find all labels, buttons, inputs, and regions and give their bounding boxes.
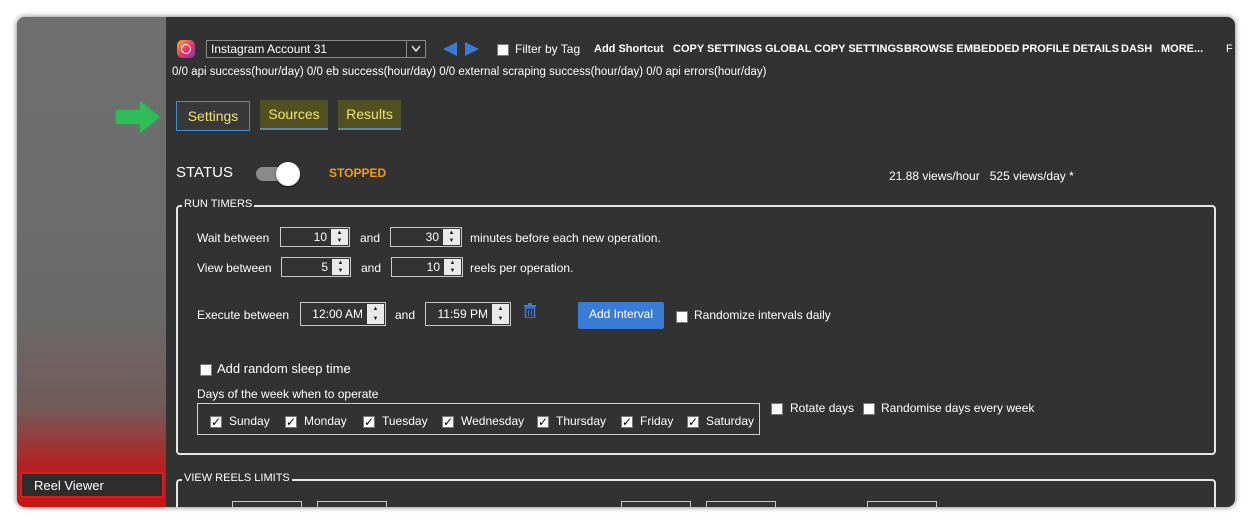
- main-panel: Instagram Account 31 Filter by Tag Add S…: [116, 17, 1235, 507]
- add-interval-button[interactable]: Add Interval: [578, 302, 664, 329]
- stepper-up-icon[interactable]: ▲: [331, 229, 348, 237]
- filter-by-tag-checkbox[interactable]: [497, 44, 509, 56]
- randomise-days-checkbox[interactable]: [863, 403, 875, 415]
- randomise-days-label: Randomise days every week: [881, 401, 1035, 415]
- status-toggle[interactable]: [256, 162, 300, 186]
- view-between-label: View between: [197, 261, 272, 275]
- global-copy-settings-link[interactable]: GLOBAL COPY SETTINGS: [765, 43, 903, 55]
- day-wednesday-checkbox[interactable]: ✓: [442, 416, 454, 428]
- stepper-down-icon[interactable]: ▼: [492, 314, 509, 324]
- tab-sources-label: Sources: [268, 106, 320, 122]
- wait-min-value: 10: [313, 230, 327, 244]
- limits-stepper[interactable]: [232, 501, 302, 507]
- view-suffix-label: reels per operation.: [470, 261, 574, 275]
- limits-stepper[interactable]: [706, 501, 776, 507]
- day-monday-checkbox[interactable]: ✓: [285, 416, 297, 428]
- views-rate: 21.88 views/hour 525 views/day *: [889, 169, 1074, 183]
- app-window: Reel Viewer Instagram Account 31 Filter …: [17, 17, 1235, 507]
- stepper-up-icon[interactable]: ▲: [367, 304, 384, 314]
- execute-end-time[interactable]: 11:59 PM ▲ ▼: [425, 302, 511, 326]
- account-dropdown[interactable]: Instagram Account 31: [206, 40, 426, 58]
- execute-start-value: 12:00 AM: [312, 307, 363, 321]
- day-sunday-label: Sunday: [229, 414, 270, 428]
- prev-account-arrow-icon[interactable]: [442, 42, 458, 61]
- wait-min-stepper[interactable]: 10 ▲ ▼: [280, 227, 350, 247]
- instagram-icon: [177, 40, 195, 58]
- chevron-down-icon[interactable]: [406, 41, 425, 57]
- stepper-up-icon[interactable]: ▲: [492, 304, 509, 314]
- green-arrow-icon: [114, 99, 162, 140]
- tab-results[interactable]: Results: [338, 100, 401, 130]
- filter-by-tag-label: Filter by Tag: [515, 42, 581, 56]
- sidebar-current-item[interactable]: Reel Viewer: [20, 472, 164, 498]
- api-stats-line: 0/0 api success(hour/day) 0/0 eb success…: [172, 66, 767, 78]
- execute-start-time[interactable]: 12:00 AM ▲ ▼: [300, 302, 386, 326]
- limits-stepper[interactable]: [867, 501, 937, 507]
- profile-details-link[interactable]: PROFILE DETAILS: [1022, 43, 1119, 55]
- wait-max-value: 30: [425, 230, 439, 244]
- stepper-up-icon[interactable]: ▲: [443, 229, 460, 237]
- wait-between-label: Wait between: [197, 231, 270, 245]
- day-friday-checkbox[interactable]: ✓: [621, 416, 633, 428]
- rotate-days-label: Rotate days: [790, 401, 855, 415]
- rotate-days-checkbox[interactable]: [771, 403, 783, 415]
- stepper-down-icon[interactable]: ▼: [444, 267, 461, 275]
- days-title: Days of the week when to operate: [197, 387, 379, 401]
- random-sleep-label: Add random sleep time: [217, 361, 351, 376]
- day-monday-label: Monday: [304, 414, 347, 428]
- account-dropdown-value: Instagram Account 31: [211, 42, 328, 56]
- execute-end-value: 11:59 PM: [437, 307, 488, 321]
- tab-settings-label: Settings: [187, 108, 239, 124]
- wait-and-label: and: [360, 231, 381, 245]
- next-account-arrow-icon[interactable]: [464, 42, 480, 61]
- wait-max-stepper[interactable]: 30 ▲ ▼: [390, 227, 462, 247]
- status-toggle-knob: [276, 162, 300, 186]
- day-tuesday-label: Tuesday: [382, 414, 428, 428]
- view-max-value: 10: [426, 260, 440, 274]
- day-thursday-checkbox[interactable]: ✓: [537, 416, 549, 428]
- day-wednesday-label: Wednesday: [461, 414, 525, 428]
- trash-icon[interactable]: [524, 303, 536, 323]
- more-link[interactable]: MORE...: [1161, 43, 1203, 55]
- view-reels-limits-title: VIEW REELS LIMITS: [182, 472, 292, 484]
- execute-between-label: Execute between: [197, 308, 290, 322]
- stepper-down-icon[interactable]: ▼: [331, 237, 348, 245]
- limits-stepper[interactable]: [317, 501, 387, 507]
- run-timers-title: RUN TIMERS: [182, 198, 255, 210]
- stepper-down-icon[interactable]: ▼: [443, 237, 460, 245]
- day-saturday-label: Saturday: [706, 414, 755, 428]
- randomize-intervals-checkbox[interactable]: [676, 311, 688, 323]
- sidebar: Reel Viewer: [17, 17, 166, 507]
- day-thursday-label: Thursday: [556, 414, 607, 428]
- random-sleep-checkbox[interactable]: [200, 364, 212, 376]
- stepper-down-icon[interactable]: ▼: [367, 314, 384, 324]
- stepper-up-icon[interactable]: ▲: [332, 259, 349, 267]
- tab-settings[interactable]: Settings: [176, 101, 250, 131]
- randomize-intervals-label: Randomize intervals daily: [694, 308, 831, 322]
- day-saturday-checkbox[interactable]: ✓: [687, 416, 699, 428]
- tab-results-label: Results: [346, 106, 393, 122]
- day-tuesday-checkbox[interactable]: ✓: [363, 416, 375, 428]
- wait-suffix-label: minutes before each new operation.: [470, 231, 661, 245]
- stepper-up-icon[interactable]: ▲: [444, 259, 461, 267]
- view-and-label: and: [361, 261, 382, 275]
- day-friday-label: Friday: [640, 414, 674, 428]
- status-label: STATUS: [176, 164, 233, 181]
- add-shortcut-link[interactable]: Add Shortcut: [594, 43, 664, 55]
- copy-settings-link[interactable]: COPY SETTINGS: [673, 43, 762, 55]
- execute-and-label: and: [395, 308, 416, 322]
- day-sunday-checkbox[interactable]: ✓: [210, 416, 222, 428]
- sidebar-current-label: Reel Viewer: [34, 478, 104, 493]
- limits-stepper[interactable]: [621, 501, 691, 507]
- status-badge: STOPPED: [329, 166, 387, 180]
- tab-sources[interactable]: Sources: [260, 100, 328, 130]
- stepper-down-icon[interactable]: ▼: [332, 267, 349, 275]
- view-min-stepper[interactable]: 5 ▲ ▼: [281, 257, 351, 277]
- dash-link[interactable]: DASH: [1121, 43, 1152, 55]
- browse-embedded-link[interactable]: BROWSE EMBEDDED: [904, 43, 1020, 55]
- view-max-stepper[interactable]: 10 ▲ ▼: [391, 257, 463, 277]
- view-min-value: 5: [321, 260, 328, 274]
- clipped-toolbar-text: F: [1226, 43, 1233, 55]
